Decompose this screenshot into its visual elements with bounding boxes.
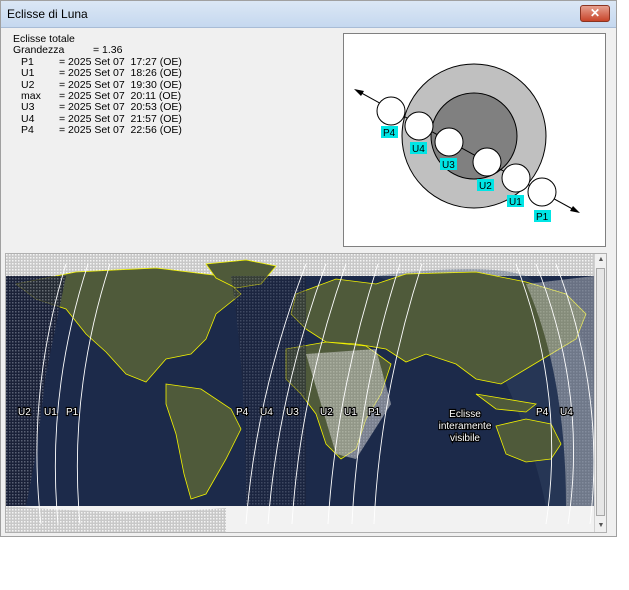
map-vertical-scrollbar[interactable]: ▲ ▼ (594, 254, 606, 532)
path-arrow-start (570, 206, 580, 213)
moon-u3 (434, 127, 464, 157)
map-label-mid2-u1: U1 (344, 407, 357, 418)
map-label-mid2-p1: P1 (368, 407, 381, 418)
map-label-mid-p4: P4 (236, 407, 249, 418)
close-icon: ✕ (589, 6, 601, 20)
eclipse-diagram-svg: P4 U4 U3 U2 U1 P1 (354, 63, 580, 223)
moon-u1 (501, 163, 531, 193)
contact-name: P4 (21, 124, 34, 137)
contact-name: max (21, 89, 41, 102)
diagram-label-u3: U3 (442, 160, 455, 171)
visible-note-line2: interamente (439, 421, 492, 432)
contact-time: = 2025 Set 07 22:56 (OE) (59, 124, 182, 137)
diagram-label-u4: U4 (412, 144, 425, 155)
moon-p4 (376, 96, 406, 126)
world-map: U2 U1 P1 P4 U4 U3 U2 U1 P1 P4 U4 Eclisse… (6, 254, 594, 532)
scroll-thumb[interactable] (596, 268, 605, 516)
map-label-right-p4: P4 (536, 407, 549, 418)
contacts-list: P1 = 2025 Set 07 17:27 (OE) U1 = 2025 Set 0… (13, 55, 182, 137)
map-label-mid-u3: U3 (286, 407, 299, 418)
diagram-label-u1: U1 (509, 197, 522, 208)
eclipse-info: Eclisse totale Grandezza = 1.36 P1 = 2025 … (13, 33, 182, 137)
diagram-label-u2: U2 (479, 181, 492, 192)
moon-u4 (404, 111, 434, 141)
map-label-left-u1: U1 (44, 407, 57, 418)
visible-note-line3: visibile (450, 433, 480, 444)
scroll-down-arrow-icon[interactable]: ▼ (596, 520, 606, 532)
moon-u2 (472, 147, 502, 177)
world-map-panel: U2 U1 P1 P4 U4 U3 U2 U1 P1 P4 U4 Eclisse… (5, 253, 607, 533)
map-label-left-u2: U2 (18, 407, 31, 418)
contact-name: P1 (21, 55, 34, 68)
map-label-right-u4: U4 (560, 407, 573, 418)
contact-name: U3 (21, 101, 35, 114)
visible-note-line1: Eclisse (449, 409, 481, 420)
map-label-left-p1: P1 (66, 407, 79, 418)
eclipse-diagram: P4 U4 U3 U2 U1 P1 (343, 33, 606, 247)
close-button[interactable]: ✕ (580, 5, 610, 22)
contact-row-u1: U1 = 2025 Set 07 18:26 (OE) (13, 67, 182, 80)
map-label-mid2-u2: U2 (320, 407, 333, 418)
path-arrow-end (354, 89, 364, 96)
map-label-mid-u4: U4 (260, 407, 273, 418)
scroll-up-arrow-icon[interactable]: ▲ (596, 254, 606, 266)
diagram-label-p4: P4 (383, 128, 396, 139)
moon-p1 (527, 177, 557, 207)
contact-name: U4 (21, 112, 35, 125)
contact-row-p4: P4 = 2025 Set 07 22:56 (OE) (13, 124, 182, 137)
contact-time: = 2025 Set 07 18:26 (OE) (59, 67, 182, 80)
contact-name: U1 (21, 67, 35, 80)
eclipse-window: Eclisse di Luna ✕ Eclisse totale Grandez… (0, 0, 617, 537)
window-title: Eclisse di Luna (7, 7, 88, 21)
diagram-label-p1: P1 (536, 212, 549, 223)
title-bar[interactable]: Eclisse di Luna ✕ (1, 1, 616, 28)
